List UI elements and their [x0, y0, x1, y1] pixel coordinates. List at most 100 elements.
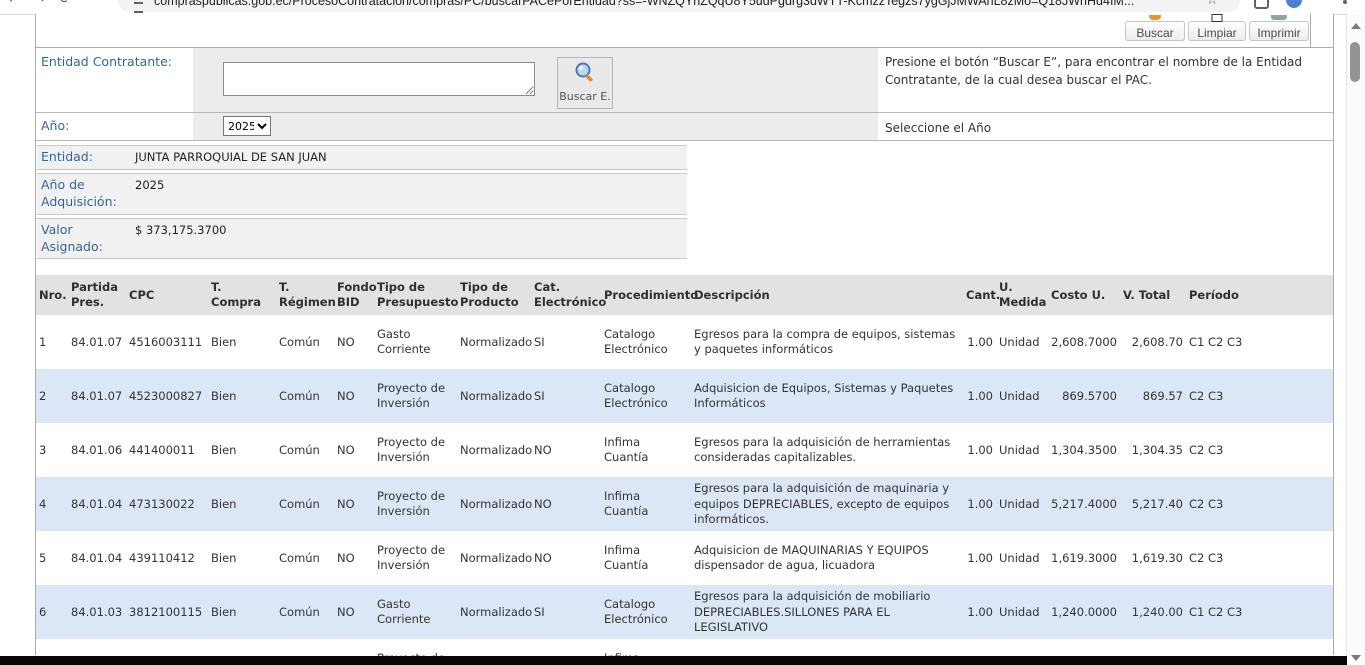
url-text[interactable]: compraspublicas.gob.ec/ProcesoContrataci… — [154, 0, 1194, 12]
scrollbar-thumb[interactable] — [1350, 42, 1360, 82]
cell-nro: 3 — [36, 423, 68, 477]
cell-tregimen: Común — [276, 477, 334, 531]
cell-tregimen: Común — [276, 585, 334, 639]
entidad-value: JUNTA PARROQUIAL DE SAN JUAN — [133, 146, 329, 169]
year-select[interactable]: 2025 — [223, 116, 271, 136]
cell-costo: 2,608.7000 — [1048, 315, 1120, 369]
cell-tcompra: Bien — [208, 315, 276, 369]
vertical-scrollbar[interactable] — [1346, 14, 1365, 665]
scroll-up-arrow-icon[interactable] — [1351, 23, 1361, 29]
main-content: Buscar Limpiar Imprimir Entidad Contrata… — [35, 14, 1334, 655]
column-header-periodo: Período — [1186, 275, 1333, 315]
entidad-label: Entidad: — [37, 146, 133, 169]
column-header-tregimen: T. Régimen — [276, 275, 334, 315]
cell-partida: 84.01.03 — [68, 585, 126, 639]
cell-vtotal: 1,619.30 — [1120, 531, 1186, 585]
browser-nav-icons[interactable]: ←→⟳ — [8, 0, 85, 7]
cell-fondo: NO — [334, 369, 374, 423]
table-row: 384.01.06441400011BienComúnNOProyecto de… — [36, 423, 1333, 477]
cell-partida: 84.01.07 — [68, 315, 126, 369]
cell-periodo: C2 C3 — [1186, 477, 1333, 531]
cell-proc: Infima Cuantía — [601, 531, 691, 585]
cell-vtotal: 1,304.35 — [1120, 423, 1186, 477]
cell-presupuesto: Proyecto de Inversión — [374, 369, 457, 423]
column-header-presupuesto: Tipo de Presupuesto — [374, 275, 457, 315]
entidad-contratante-input[interactable] — [223, 62, 535, 96]
cell-cant: 1.00 — [963, 315, 996, 369]
entity-info-row: Entidad: JUNTA PARROQUIAL DE SAN JUAN — [37, 145, 687, 170]
cell-cat: NO — [531, 477, 601, 531]
limpiar-button[interactable]: Limpiar — [1188, 21, 1246, 41]
cell-fondo: NO — [334, 531, 374, 585]
cell-periodo: C1 C2 C3 — [1186, 585, 1333, 639]
cell-producto: Normalizado — [457, 585, 531, 639]
column-header-partida: Partida Pres. — [68, 275, 126, 315]
column-header-nro: Nro. — [36, 275, 68, 315]
cell-periodo: C1 C2 C3 — [1186, 315, 1333, 369]
cell-periodo: C2 C3 — [1186, 369, 1333, 423]
entidad-contratante-label: Entidad Contratante: — [36, 48, 193, 112]
site-settings-icon[interactable] — [134, 2, 143, 13]
entity-info-row: Año de Adquisición: 2025 — [37, 173, 687, 215]
cell-cpc: 4523000827 — [126, 369, 208, 423]
cell-nro: 4 — [36, 477, 68, 531]
column-header-costo: Costo U. — [1048, 275, 1120, 315]
cell-tregimen: Común — [276, 531, 334, 585]
column-header-proc: Procedimiento — [601, 275, 691, 315]
cell-desc: Adquisicion de Equipos, Sistemas y Paque… — [691, 369, 963, 423]
cell-presupuesto: Proyecto de Inversión — [374, 531, 457, 585]
cell-partida: 84.01.06 — [68, 423, 126, 477]
cell-cat: SI — [531, 585, 601, 639]
cell-costo: 1,619.3000 — [1048, 531, 1120, 585]
column-header-tcompra: T. Compra — [208, 275, 276, 315]
column-header-desc: Descripción — [691, 275, 963, 315]
cell-tregimen: Común — [276, 423, 334, 477]
limpiar-button-label: Limpiar — [1197, 26, 1236, 40]
buscar-button-label: Buscar — [1136, 26, 1173, 40]
profile-avatar[interactable] — [1286, 0, 1302, 8]
cell-nro: 5 — [36, 531, 68, 585]
buscar-button[interactable]: Buscar — [1125, 21, 1185, 41]
cell-cant: 1.00 — [963, 369, 996, 423]
bookmark-star-icon[interactable]: ☆ — [1206, 0, 1219, 8]
browser-chrome: ←→⟳ compraspublicas.gob.ec/ProcesoContra… — [0, 0, 1365, 15]
cell-producto: Normalizado — [457, 477, 531, 531]
imprimir-button[interactable]: Imprimir — [1249, 21, 1309, 41]
magnifier-icon — [573, 61, 597, 85]
cell-desc: Egresos para la adquisición de herramien… — [691, 423, 963, 477]
buscar-e-button[interactable]: Buscar E. — [557, 57, 613, 109]
cell-vtotal: 869.57 — [1120, 369, 1186, 423]
cell-cpc: 473130022 — [126, 477, 208, 531]
column-header-producto: Tipo de Producto — [457, 275, 531, 315]
cell-partida: 84.01.07 — [68, 369, 126, 423]
cell-costo: 869.5700 — [1048, 369, 1120, 423]
cell-presupuesto: Proyecto de Inversión — [374, 423, 457, 477]
valor-asignado-label: Valor Asignado: — [37, 219, 133, 259]
buscar-e-label: Buscar E. — [558, 90, 612, 103]
cell-nro: 2 — [36, 369, 68, 423]
cell-periodo: C2 C3 — [1186, 423, 1333, 477]
cell-cat: SI — [531, 315, 601, 369]
table-row: 184.01.074516003111BienComúnNOGasto Corr… — [36, 315, 1333, 369]
cell-desc: Egresos para la compra de equipos, siste… — [691, 315, 963, 369]
cell-nro: 1 — [36, 315, 68, 369]
cell-proc: Catalogo Electrónico — [601, 315, 691, 369]
cell-proc: Infima Cuantía — [601, 477, 691, 531]
cell-proc: Infima Cuantía — [601, 423, 691, 477]
cell-presupuesto: Gasto Corriente — [374, 585, 457, 639]
side-panel-icon[interactable] — [1343, 0, 1347, 4]
address-bar[interactable]: compraspublicas.gob.ec/ProcesoContrataci… — [118, 0, 1240, 12]
cell-cat: NO — [531, 423, 601, 477]
table-row: 684.01.033812100115BienComúnNOGasto Corr… — [36, 585, 1333, 639]
cell-producto: Normalizado — [457, 315, 531, 369]
scroll-down-arrow-icon[interactable] — [1351, 655, 1361, 661]
cell-umedida: Unidad — [996, 423, 1048, 477]
cell-fondo: NO — [334, 477, 374, 531]
column-header-cat: Cat. Electrónico — [531, 275, 601, 315]
valor-asignado-value: $ 373,175.3700 — [133, 219, 228, 259]
cell-fondo: NO — [334, 315, 374, 369]
imprimir-button-label: Imprimir — [1257, 26, 1300, 40]
download-icon[interactable] — [1254, 0, 1269, 9]
cell-partida: 84.01.04 — [68, 477, 126, 531]
cell-tcompra: Bien — [208, 531, 276, 585]
